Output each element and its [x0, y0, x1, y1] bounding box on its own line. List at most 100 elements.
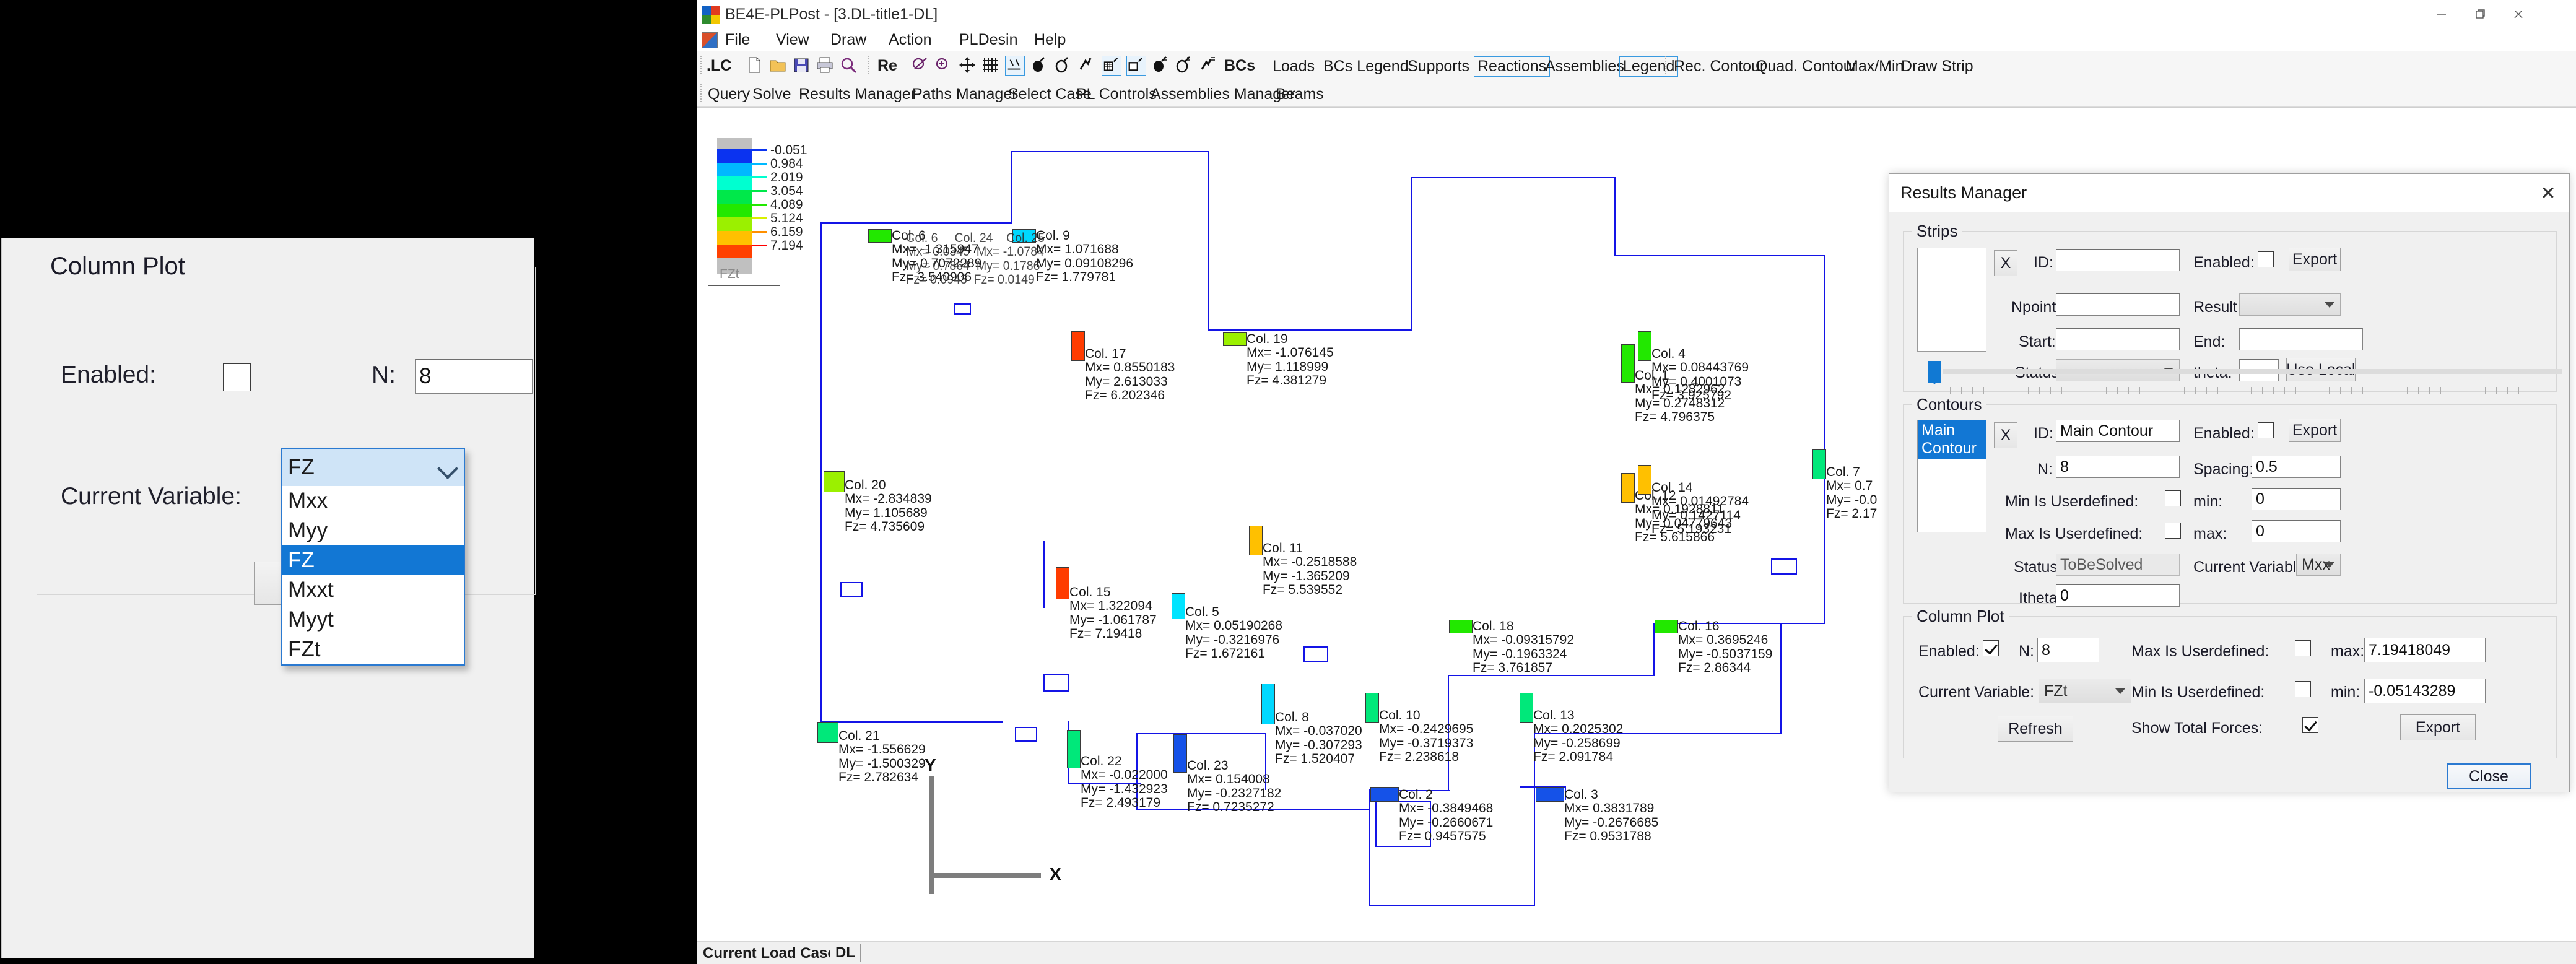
window-close-button[interactable] — [2499, 0, 2538, 28]
strips-end-input[interactable] — [2239, 328, 2363, 350]
menu-item-action[interactable]: Action — [889, 31, 931, 49]
toolbar-grip-4[interactable] — [700, 84, 704, 102]
toolbar-beams-button[interactable]: Beams — [1276, 85, 1324, 103]
contours-min-userdefined-checkbox[interactable] — [2165, 490, 2181, 506]
contours-delete-button[interactable]: X — [1994, 422, 2017, 448]
pan-move-icon[interactable] — [958, 56, 977, 74]
toolbar-paths-manager-button[interactable]: Paths Manager — [912, 85, 1017, 103]
quad-paint-icon[interactable] — [1126, 56, 1146, 76]
columnplot-refresh-button[interactable]: Refresh — [1998, 716, 2073, 742]
columnplot-n-input[interactable]: 8 — [2037, 638, 2099, 662]
strips-id-input[interactable] — [2056, 249, 2180, 271]
toolbar-re-button[interactable]: Re — [877, 57, 897, 75]
toolbar-max-min-button[interactable]: Max/Min — [1845, 58, 1904, 76]
toolbar-query-button[interactable]: Query — [708, 85, 750, 103]
toolbar-rec-contour-button[interactable]: Rec. Contour — [1674, 58, 1765, 76]
strips-listbox[interactable] — [1917, 248, 1986, 352]
toolbar-solve-button[interactable]: Solve — [752, 85, 791, 103]
menu-item-draw[interactable]: Draw — [830, 31, 866, 49]
contours-itheta-input[interactable]: 0 — [2056, 584, 2180, 607]
new-file-icon[interactable] — [745, 56, 764, 74]
column-plot-dialog[interactable]: Column Plot Enabled: N: 8 Current Variab… — [1, 238, 536, 958]
dropdown-selected-value[interactable]: FZ — [282, 449, 464, 486]
dialog-current-variable-dropdown[interactable]: FZ Mxx Myy FZ Mxxt Myyt FZt — [281, 448, 465, 666]
close-icon[interactable]: ✕ — [2536, 181, 2561, 205]
node-solid-icon[interactable] — [1030, 56, 1048, 74]
slider-track[interactable] — [1943, 369, 2562, 374]
dropdown-option-mxx[interactable]: Mxx — [282, 486, 464, 516]
contours-list-item[interactable]: Main Contour — [1918, 420, 1986, 459]
toolbar-lc-button[interactable]: .LC — [707, 57, 731, 75]
toolbar-supports-button[interactable]: Supports — [1408, 58, 1469, 76]
contours-min-input[interactable]: 0 — [2252, 488, 2341, 510]
dropdown-option-myyt[interactable]: Myyt — [282, 605, 464, 635]
contours-max-input[interactable]: 0 — [2252, 520, 2341, 542]
contours-max-userdefined-checkbox[interactable] — [2165, 523, 2181, 539]
node-outline-icon[interactable] — [1053, 56, 1072, 74]
toolbar-bcs-button[interactable]: BCs — [1224, 57, 1255, 75]
toolbar-quad-contour-button[interactable]: Quad. Contour — [1756, 58, 1857, 76]
mesh-paint-icon[interactable] — [1102, 56, 1121, 76]
strips-npoints-input[interactable] — [2056, 293, 2180, 316]
columnplot-min-input[interactable]: -0.05143289 — [2364, 679, 2486, 703]
zoom-out-icon[interactable] — [911, 56, 929, 74]
menu-item-pldesin[interactable]: PLDesin — [959, 31, 1018, 49]
save-icon[interactable] — [792, 56, 811, 74]
toolbar-assemblies-manager-button[interactable]: Assemblies Manager — [1151, 85, 1295, 103]
toolbar-loads-button[interactable]: Loads — [1273, 58, 1315, 76]
toolbar-grip[interactable] — [700, 56, 704, 74]
dropdown-option-mxxt[interactable]: Mxxt — [282, 575, 464, 605]
results-manager-close-button[interactable]: Close — [2447, 763, 2531, 789]
contours-spacing-input[interactable]: 0.5 — [2252, 456, 2341, 478]
strips-start-input[interactable] — [2056, 328, 2180, 350]
slider-thumb[interactable] — [1928, 361, 1941, 384]
contours-current-variable-select[interactable]: Mxx — [2296, 554, 2341, 576]
contours-enabled-checkbox[interactable] — [2258, 422, 2274, 438]
contours-export-button[interactable]: Export — [2289, 419, 2341, 442]
columnplot-max-userdefined-checkbox[interactable] — [2295, 640, 2311, 656]
toolbar-draw-strip-button[interactable]: Draw Strip — [1901, 58, 1973, 76]
toolbar-reactions-button[interactable]: Reactions — [1474, 56, 1551, 77]
print-preview-icon[interactable] — [839, 56, 858, 74]
menu-item-file[interactable]: File — [725, 31, 750, 49]
zoom-in-icon[interactable] — [934, 56, 953, 74]
columnplot-max-input[interactable]: 7.19418049 — [2364, 638, 2486, 662]
toolbar-assemblies-button[interactable]: Assemblies — [1545, 58, 1624, 76]
contours-id-input[interactable]: Main Contour — [2056, 420, 2180, 442]
node-hash-solid-icon[interactable] — [1151, 56, 1170, 74]
window-maximize-button[interactable] — [2461, 0, 2499, 28]
pointer-select-icon[interactable] — [1077, 56, 1095, 74]
toolbar-legend-button[interactable]: Legend — [1619, 56, 1679, 77]
dropdown-option-fzt[interactable]: FZt — [282, 635, 464, 664]
strips-result-select[interactable] — [2239, 293, 2341, 316]
contours-listbox[interactable]: Main Contour — [1917, 420, 1986, 532]
node-hash-outline-icon[interactable] — [1175, 56, 1193, 74]
menu-item-view[interactable]: View — [776, 31, 809, 49]
pointer-hash-icon[interactable] — [1198, 56, 1217, 74]
grid-icon[interactable] — [981, 56, 1000, 74]
toolbar-pl-controls-button[interactable]: PL Controls — [1076, 85, 1157, 103]
toolbar-grip-2[interactable] — [868, 56, 871, 74]
toolbar-results-manager-button[interactable]: Results Manager — [799, 85, 916, 103]
strips-export-button[interactable]: Export — [2289, 248, 2341, 271]
columnplot-show-total-forces-checkbox[interactable] — [2302, 717, 2318, 733]
toolbar-bcs-legend-button[interactable]: BCs Legend — [1323, 58, 1409, 76]
menu-item-help[interactable]: Help — [1034, 31, 1066, 49]
strips-delete-button[interactable]: X — [1994, 250, 2017, 276]
contours-n-input[interactable]: 8 — [2056, 456, 2180, 478]
print-icon[interactable] — [816, 56, 834, 74]
dialog-n-input[interactable]: 8 — [415, 359, 533, 394]
columnplot-current-variable-select[interactable]: FZt — [2039, 679, 2131, 703]
strips-enabled-checkbox[interactable] — [2258, 251, 2274, 267]
window-minimize-button[interactable] — [2422, 0, 2461, 28]
dropdown-option-myy[interactable]: Myy — [282, 516, 464, 545]
dimension-icon[interactable] — [1005, 56, 1025, 76]
dropdown-option-fz[interactable]: FZ — [282, 545, 464, 575]
columnplot-min-userdefined-checkbox[interactable] — [2295, 681, 2311, 697]
results-manager-dialog[interactable]: Results Manager ✕ Strips X ID: Enabled: … — [1889, 173, 2570, 792]
columnplot-enabled-checkbox[interactable] — [1983, 640, 1999, 656]
dialog-enabled-checkbox[interactable] — [223, 363, 251, 391]
toolbar-grip-3[interactable] — [1665, 56, 1669, 74]
open-folder-icon[interactable] — [768, 56, 787, 74]
columnplot-export-button[interactable]: Export — [2400, 714, 2476, 740]
